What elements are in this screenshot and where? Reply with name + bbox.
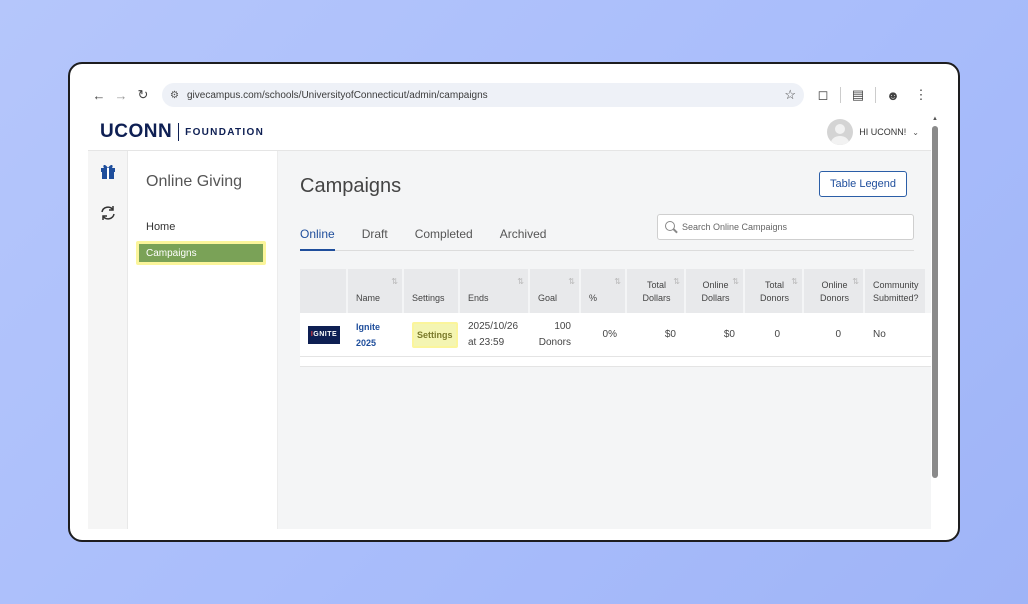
- column-label: Community Submitted?: [873, 280, 919, 303]
- chevron-down-icon[interactable]: ⌄: [912, 128, 919, 137]
- logo-main-text: UCONN: [100, 121, 173, 142]
- column-label: Goal: [538, 293, 558, 303]
- sort-icon[interactable]: ⇅: [614, 275, 621, 288]
- more-menu-icon[interactable]: ⋮: [910, 84, 932, 106]
- tab-online[interactable]: Online: [300, 225, 335, 251]
- page-title: Campaigns: [300, 175, 402, 197]
- toolbar-divider: [875, 87, 876, 103]
- site-info-icon[interactable]: ⚙: [170, 90, 179, 101]
- online-giving-sidebar: Online Giving Home Campaigns: [128, 151, 278, 529]
- column-label: %: [589, 293, 598, 303]
- url-text: givecampus.com/schools/UniversityofConne…: [186, 89, 488, 101]
- total-donors-cell: 0: [774, 328, 780, 340]
- campaigns-table: Name ⇅ Settings Ends ⇅ Goal ⇅ % ⇅ Total …: [300, 269, 931, 367]
- column-header-total-dollars[interactable]: Total Dollars ⇅: [627, 269, 686, 313]
- total-dollars-cell: $0: [664, 328, 676, 340]
- scroll-up-arrow-icon[interactable]: ▲: [931, 116, 939, 124]
- extensions-icon[interactable]: ◻: [812, 84, 834, 106]
- tab-archived[interactable]: Archived: [500, 225, 547, 251]
- column-header-goal[interactable]: Goal ⇅: [530, 269, 581, 313]
- sort-icon[interactable]: ⇅: [791, 275, 798, 288]
- column-label: Name: [356, 293, 381, 303]
- sidebar-title: Online Giving: [146, 173, 243, 190]
- sync-icon[interactable]: [98, 203, 118, 223]
- app-body: Online Giving Home Campaigns Campaigns T…: [88, 150, 931, 529]
- sort-icon[interactable]: ⇅: [852, 275, 859, 288]
- settings-label: Settings: [414, 323, 456, 346]
- site-header: UCONN FOUNDATION HI UCONN! ⌄: [88, 114, 941, 150]
- sidebar-item-label: Campaigns: [139, 244, 263, 262]
- table-footer-row: [300, 357, 931, 367]
- table-row: I GNITE Ignite 2025 Settings 2025/10/26 a…: [300, 313, 931, 357]
- sort-icon[interactable]: ⇅: [568, 275, 575, 288]
- campaign-thumbnail: I GNITE: [308, 325, 340, 344]
- bookmark-star-icon[interactable]: ☆: [784, 87, 796, 103]
- column-header-percent[interactable]: % ⇅: [581, 269, 627, 313]
- column-header-total-donors[interactable]: Total Donors ⇅: [745, 269, 804, 313]
- forward-icon[interactable]: →: [110, 84, 132, 106]
- ends-cell: 2025/10/26 at 23:59: [468, 320, 519, 348]
- cast-icon[interactable]: ▤: [847, 84, 869, 106]
- sidebar-item-campaigns[interactable]: Campaigns: [136, 241, 266, 265]
- reload-icon[interactable]: ↻: [132, 84, 154, 106]
- online-dollars-cell: $0: [723, 328, 735, 340]
- column-label: Total Donors: [759, 280, 789, 303]
- column-header-settings: Settings: [404, 269, 460, 313]
- browser-toolbar: ← → ↻ ⚙ givecampus.com/schools/Universit…: [88, 80, 941, 110]
- column-header-community-submitted: Community Submitted?: [865, 269, 927, 313]
- page-scrollbar[interactable]: ▲: [931, 116, 939, 530]
- settings-link[interactable]: Settings: [412, 321, 458, 348]
- column-header-online-dollars[interactable]: Online Dollars ⇅: [686, 269, 745, 313]
- main-content: Campaigns Table Legend Online Draft Comp…: [278, 151, 931, 529]
- column-header-name[interactable]: Name ⇅: [348, 269, 404, 313]
- campaign-thumbnail-cell: I GNITE: [300, 313, 348, 356]
- sort-icon[interactable]: ⇅: [732, 275, 739, 288]
- tab-draft[interactable]: Draft: [362, 225, 388, 251]
- toolbar-divider: [840, 87, 841, 103]
- column-header-image: [300, 269, 348, 313]
- column-label: Ends: [468, 293, 489, 303]
- percent-cell: 0%: [602, 328, 617, 340]
- goal-cell: 100 Donors: [538, 320, 571, 348]
- sort-icon[interactable]: ⇅: [517, 275, 524, 288]
- column-label: Online Donors: [819, 280, 849, 303]
- campaign-tabs: Online Draft Completed Archived: [300, 225, 914, 251]
- settings-cell: Settings: [404, 313, 460, 356]
- sidebar-item-home[interactable]: Home: [146, 221, 175, 233]
- column-header-ends[interactable]: Ends ⇅: [460, 269, 530, 313]
- logo-sub-text: FOUNDATION: [185, 126, 265, 138]
- community-submitted-cell: No: [873, 328, 886, 340]
- campaign-name-link[interactable]: Ignite 2025: [356, 319, 398, 351]
- sort-icon[interactable]: ⇅: [673, 275, 680, 288]
- table-header: Name ⇅ Settings Ends ⇅ Goal ⇅ % ⇅ Total …: [300, 269, 931, 313]
- gift-icon[interactable]: [98, 161, 118, 181]
- campaign-name-cell: Ignite 2025: [348, 313, 404, 356]
- back-icon[interactable]: ←: [88, 84, 110, 106]
- profile-icon[interactable]: ☻: [882, 84, 904, 106]
- column-label: Settings: [412, 293, 445, 303]
- user-menu[interactable]: HI UCONN! ⌄: [827, 119, 919, 145]
- icon-rail: [88, 151, 128, 529]
- online-donors-cell: 0: [835, 328, 841, 340]
- column-label: Online Dollars: [701, 280, 730, 303]
- user-greeting[interactable]: HI UCONN!: [859, 127, 906, 137]
- scrollbar-thumb[interactable]: [932, 126, 938, 478]
- logo-divider: [178, 123, 180, 141]
- column-label: Total Dollars: [642, 280, 671, 303]
- column-header-online-donors[interactable]: Online Donors ⇅: [804, 269, 865, 313]
- browser-window: ← → ↻ ⚙ givecampus.com/schools/Universit…: [68, 62, 960, 542]
- avatar[interactable]: [827, 119, 854, 145]
- uconn-foundation-logo[interactable]: UCONN FOUNDATION: [100, 121, 264, 143]
- address-bar[interactable]: ⚙ givecampus.com/schools/UniversityofCon…: [162, 83, 804, 107]
- sort-icon[interactable]: ⇅: [391, 275, 398, 288]
- table-legend-button[interactable]: Table Legend: [819, 171, 907, 197]
- tab-completed[interactable]: Completed: [415, 225, 473, 251]
